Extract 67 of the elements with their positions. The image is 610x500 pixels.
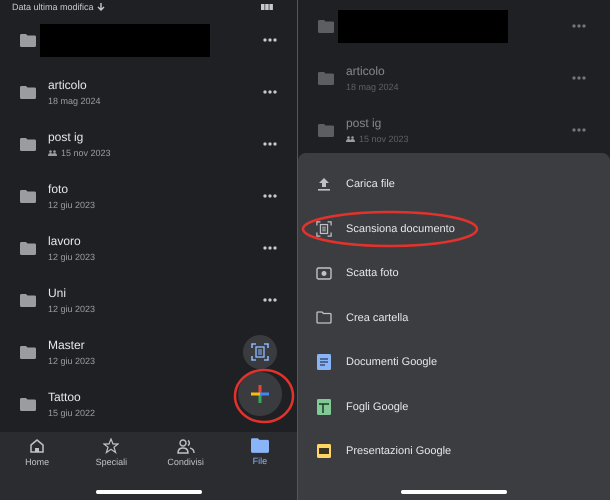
new-button[interactable] [238,372,282,416]
folder-name[interactable]: foto [48,182,68,196]
folder-icon [20,190,36,202]
folder-icon [318,124,334,136]
menu-item[interactable]: Presentazioni Google [298,429,610,474]
folder-icon [20,86,36,98]
plus-icon [250,384,270,404]
modified-date: 12 giu 2023 [48,252,96,262]
modified-date: 15 nov 2023 [61,148,111,158]
folder-name[interactable]: post ig [48,130,84,144]
menu-item[interactable]: Scansiona documento [298,206,610,251]
menu-item[interactable]: Carica file [298,162,610,206]
modified-date: 18 mag 2024 [346,82,399,92]
folder-icon [318,20,334,32]
menu-item[interactable]: Scatta foto [298,251,610,296]
scan-button[interactable] [243,335,277,369]
nav-tab[interactable]: Condivisi [156,438,216,467]
folder-name[interactable]: articolo [346,64,385,78]
folder-outline-icon [316,311,332,324]
folder-icon [20,138,36,150]
folder-icon [20,242,36,254]
scan-icon [316,220,332,237]
home-icon [29,438,46,454]
menu-item[interactable]: Crea cartella [298,296,610,340]
modified-date: 12 giu 2023 [48,304,96,314]
down-arrow-icon[interactable] [96,3,105,11]
folder-icon [250,438,269,453]
menu-item[interactable]: Documenti Google [298,340,610,384]
more-options-icon[interactable] [263,194,277,198]
spreadsheet-icon [316,398,332,415]
more-options-icon[interactable] [263,38,277,42]
camera-icon [316,266,332,280]
more-options-icon[interactable] [263,246,277,250]
presentation-icon [316,444,332,458]
upload-icon [316,177,332,192]
folder-name[interactable]: post ig [346,116,382,130]
modified-date: 12 giu 2023 [48,200,96,210]
folder-icon [318,72,334,84]
folder-name[interactable]: Master [48,338,85,352]
modified-date: 15 giu 2022 [48,408,96,418]
more-options-icon[interactable] [263,142,277,146]
folder-name[interactable]: Uni [48,286,66,300]
star-icon [103,438,120,454]
grid-view-icon[interactable] [261,4,273,10]
menu-item[interactable]: Fogli Google [298,384,610,429]
folder-icon [20,346,36,358]
modified-date: 12 giu 2023 [48,356,96,366]
folder-name[interactable]: lavoro [48,234,81,248]
more-options-icon[interactable] [263,298,277,302]
modified-date: 18 mag 2024 [48,96,101,106]
document-icon [316,354,332,370]
folder-name[interactable]: Tattoo [48,390,81,404]
folder-icon [20,294,36,306]
modified-date: 15 nov 2023 [359,134,409,144]
annotation-circle [232,367,296,425]
folder-icon [20,34,36,46]
shared-icon [346,136,355,142]
sort-label[interactable]: Data ultima modifica [12,2,94,12]
people-icon [176,438,195,454]
folder-icon [20,398,36,410]
more-options-icon[interactable] [263,90,277,94]
scan-icon [251,343,269,361]
nav-tab[interactable]: File [230,438,290,467]
shared-icon [48,150,57,156]
nav-tab[interactable]: Home [7,438,68,467]
nav-tab[interactable]: Speciali [81,438,142,467]
folder-name[interactable]: articolo [48,78,87,92]
